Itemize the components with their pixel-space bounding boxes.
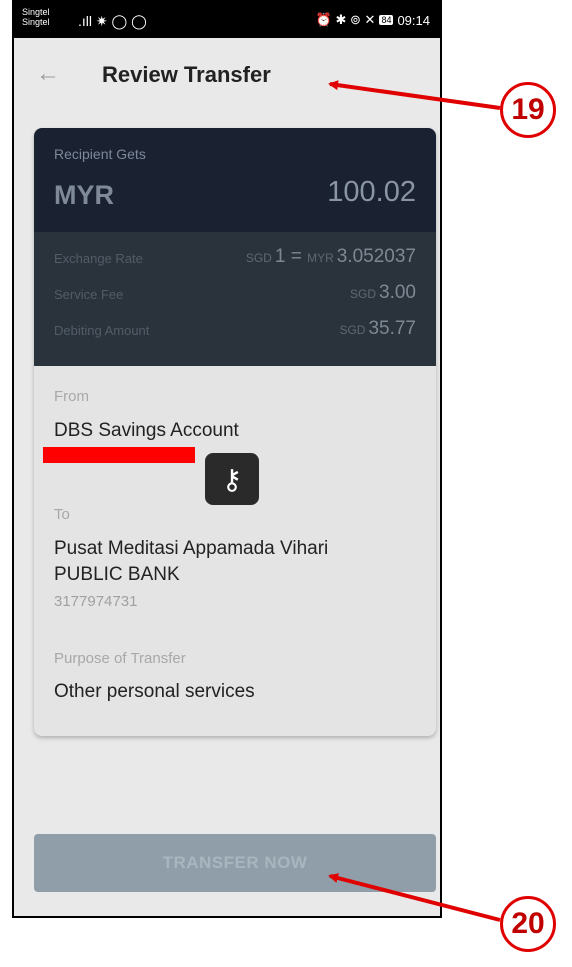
callout-20: 20 [500,896,556,952]
arrow-to-title [328,80,501,110]
annotation-arrows [328,80,501,922]
arrow-to-button [328,873,501,922]
callout-19: 19 [500,82,556,138]
